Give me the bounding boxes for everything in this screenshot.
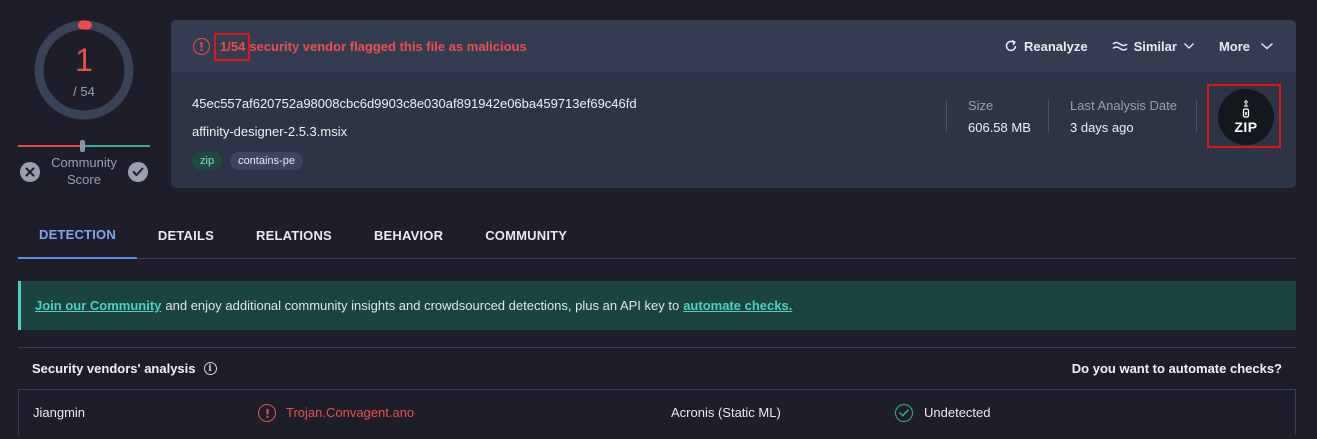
detection-count: 1 xyxy=(75,42,93,78)
engine-total: / 54 xyxy=(73,84,95,99)
size-label: Size xyxy=(968,98,994,113)
size-value: 606.58 MB xyxy=(968,120,1031,135)
alert-bar: 1/54 security vendor flagged this file a… xyxy=(171,20,1296,72)
detection-ratio: 1/54 xyxy=(214,32,250,61)
alert-icon xyxy=(193,37,210,55)
community-score-marker xyxy=(80,140,85,152)
similar-dropdown[interactable]: Similar xyxy=(1112,39,1195,54)
file-actions: Reanalyze Similar More xyxy=(1004,20,1274,72)
tab-relations[interactable]: RELATIONS xyxy=(235,212,353,258)
detection-result: Trojan.Convagent.ano xyxy=(286,405,415,420)
highlight-box xyxy=(214,32,250,61)
chevron-down-icon xyxy=(1183,43,1194,49)
chevron-down-icon xyxy=(1261,42,1273,50)
tab-behavior[interactable]: BEHAVIOR xyxy=(353,212,464,258)
vendors-title: Security vendors' analysis xyxy=(32,361,196,376)
tab-details[interactable]: DETAILS xyxy=(137,212,235,258)
file-summary-card: 1/54 security vendor flagged this file a… xyxy=(171,20,1296,188)
vote-harmless-button[interactable] xyxy=(128,162,148,182)
divider xyxy=(1196,100,1197,132)
reanalyze-button[interactable]: Reanalyze xyxy=(1004,39,1088,54)
tab-detection[interactable]: DETECTION xyxy=(18,212,137,259)
table-row: Jiangmin Trojan.Convagent.ano Acronis (S… xyxy=(18,389,1296,435)
refresh-icon xyxy=(1005,39,1017,52)
malicious-icon xyxy=(258,404,276,422)
similar-icon xyxy=(1112,41,1128,51)
tab-community[interactable]: COMMUNITY xyxy=(464,212,588,258)
last-analysis-value: 3 days ago xyxy=(1070,120,1134,135)
divider xyxy=(1048,100,1049,132)
community-banner: Join our Community and enjoy additional … xyxy=(18,281,1296,330)
file-name: affinity-designer-2.5.3.msix xyxy=(192,124,348,139)
vendors-header: Security vendors' analysis i Do you want… xyxy=(18,347,1296,389)
banner-text: and enjoy additional community insights … xyxy=(165,298,680,313)
vote-malicious-button[interactable] xyxy=(20,162,40,182)
check-circle-icon xyxy=(895,404,913,422)
file-hash[interactable]: 45ec557af620752a98008cbc6d9903c8e030af89… xyxy=(192,96,637,111)
vendor-name: Acronis (Static ML) xyxy=(671,405,781,420)
info-icon[interactable]: i xyxy=(203,362,217,375)
automate-checks-link[interactable]: automate checks. xyxy=(683,298,792,313)
divider xyxy=(946,100,947,132)
community-score-label: Community Score xyxy=(51,155,117,187)
more-dropdown[interactable]: More xyxy=(1219,39,1274,54)
tag-contains-pe[interactable]: contains-pe xyxy=(230,152,303,170)
close-icon xyxy=(25,167,35,177)
alert-message: security vendor flagged this file as mal… xyxy=(249,38,527,54)
automate-checks-prompt[interactable]: Do you want to automate checks? xyxy=(1072,361,1282,376)
join-community-link[interactable]: Join our Community xyxy=(35,298,161,313)
detection-result: Undetected xyxy=(924,405,991,420)
highlight-box xyxy=(1207,84,1281,148)
detection-score: 1 / 54 Community Score xyxy=(18,14,150,194)
file-tags: zip contains-pe xyxy=(192,152,303,170)
file-details: 45ec557af620752a98008cbc6d9903c8e030af89… xyxy=(171,72,1296,188)
vendor-name: Jiangmin xyxy=(33,405,86,420)
report-tabs: DETECTION DETAILS RELATIONS BEHAVIOR COM… xyxy=(18,212,1296,259)
tag-zip[interactable]: zip xyxy=(192,152,223,170)
last-analysis-label: Last Analysis Date xyxy=(1070,98,1177,113)
check-icon xyxy=(132,167,144,176)
